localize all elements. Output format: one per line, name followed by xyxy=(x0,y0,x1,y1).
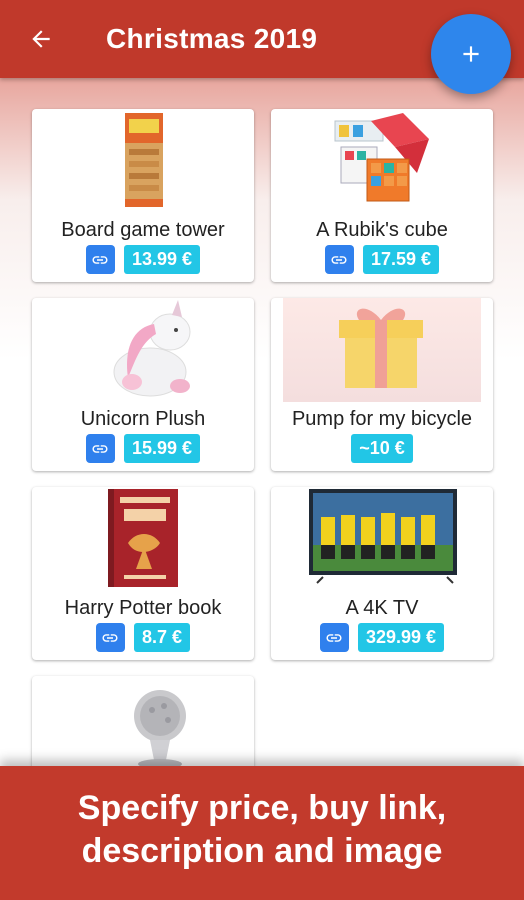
buy-link-button[interactable] xyxy=(85,245,115,274)
buy-link-button[interactable] xyxy=(324,245,354,274)
gift-box-icon xyxy=(283,298,481,402)
item-name: A 4K TV xyxy=(345,597,419,619)
price-badge: 13.99 € xyxy=(123,245,201,274)
gift-card[interactable]: Pump for my bicycle ~10 € xyxy=(271,298,493,471)
price-badge: 17.59 € xyxy=(362,245,440,274)
page-title: Christmas 2019 xyxy=(106,23,318,54)
item-name: Pump for my bicycle xyxy=(291,408,473,430)
price-badge: ~10 € xyxy=(351,434,413,463)
gift-card[interactable]: Unicorn Plush 15.99 € xyxy=(32,298,254,471)
gift-card[interactable]: A 4K TV 329.99 € xyxy=(271,487,493,660)
arrow-left-icon xyxy=(32,30,50,48)
item-name: Board game tower xyxy=(61,219,225,241)
gift-card[interactable]: A Rubik's cube 17.59 € xyxy=(271,109,493,282)
promo-banner: Specify price, buy link, description and… xyxy=(0,766,524,900)
board-game-image xyxy=(125,113,163,207)
price-badge: 15.99 € xyxy=(123,434,201,463)
unicorn-plush-image xyxy=(113,300,191,397)
gift-card[interactable]: Board game tower 13.99 € xyxy=(32,109,254,282)
price-badge: 8.7 € xyxy=(133,623,191,652)
tv-image xyxy=(309,489,457,584)
add-item-button[interactable] xyxy=(431,14,511,94)
item-name: Harry Potter book xyxy=(64,597,222,619)
book-cover-image xyxy=(108,489,178,587)
link-icon xyxy=(102,633,118,642)
gift-card[interactable]: Harry Potter book 8.7 € xyxy=(32,487,254,660)
buy-link-button[interactable] xyxy=(95,623,125,652)
buy-link-button[interactable] xyxy=(319,623,349,652)
banner-line-2: description and image xyxy=(81,832,443,870)
item-name: A Rubik's cube xyxy=(316,219,448,241)
rubiks-cube-image xyxy=(334,113,429,202)
banner-line-1: Specify price, buy link, xyxy=(77,789,447,827)
link-icon xyxy=(92,255,108,264)
back-button[interactable] xyxy=(24,22,58,56)
price-badge: 329.99 € xyxy=(357,623,445,652)
buy-link-button[interactable] xyxy=(85,434,115,463)
link-icon xyxy=(92,444,108,453)
item-name: Unicorn Plush xyxy=(80,408,206,430)
plus-icon xyxy=(463,46,479,62)
link-icon xyxy=(331,255,347,264)
link-icon xyxy=(326,633,342,642)
